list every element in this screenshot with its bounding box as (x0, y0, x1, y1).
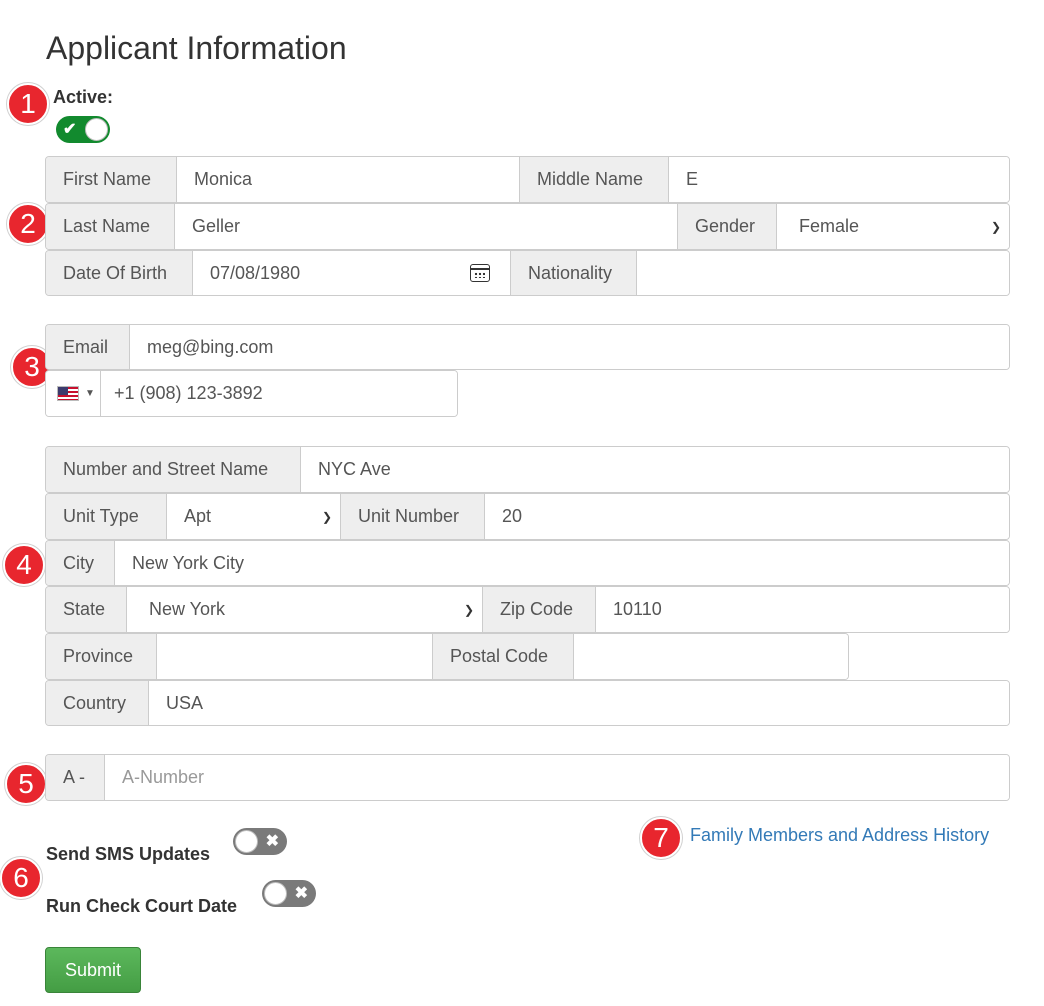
dob-input[interactable]: 07/08/1980 (192, 251, 510, 295)
city-label: City (46, 541, 114, 585)
gender-select[interactable]: Female ❯ (776, 204, 1009, 249)
unit-type-value: Apt (184, 506, 212, 526)
dob-label: Date Of Birth (46, 251, 192, 295)
zip-label: Zip Code (482, 587, 595, 632)
unit-type-select[interactable]: Apt ❯ (166, 494, 340, 539)
phone-input[interactable]: +1 (908) 123-3892 (100, 371, 457, 416)
chevron-down-icon: ❯ (990, 219, 1001, 234)
middle-name-input[interactable]: E (668, 157, 1009, 202)
family-members-link[interactable]: Family Members and Address History (690, 825, 989, 846)
state-label: State (46, 587, 126, 632)
step-badge-1: 1 (7, 83, 49, 125)
street-input[interactable]: NYC Ave (300, 447, 1009, 492)
last-name-input[interactable]: Geller (174, 204, 677, 249)
close-icon: ✖ (265, 833, 279, 850)
name-row-3: Date Of Birth 07/08/1980 Nationality (45, 250, 1010, 296)
country-input[interactable]: USA (148, 681, 1009, 725)
country-label: Country (46, 681, 148, 725)
toggle-knob (85, 118, 108, 141)
chevron-down-icon: ❯ (463, 602, 474, 617)
first-name-input[interactable]: Monica (176, 157, 519, 202)
city-input[interactable]: New York City (114, 541, 1009, 585)
unit-number-input[interactable]: 20 (484, 494, 1009, 539)
phone-country-select[interactable]: ▼ (46, 371, 100, 416)
caret-down-icon: ▼ (85, 388, 95, 399)
email-input[interactable]: meg@bing.com (129, 325, 1009, 369)
postal-code-label: Postal Code (432, 634, 573, 679)
us-flag-icon (57, 386, 79, 401)
step-badge-6: 6 (0, 857, 42, 899)
check-icon: ✔ (63, 121, 77, 138)
a-number-row: A - A-Number (45, 754, 1010, 801)
active-toggle[interactable]: ✔ (56, 116, 110, 143)
unit-number-label: Unit Number (340, 494, 484, 539)
nationality-input[interactable] (636, 251, 1009, 295)
email-row: Email meg@bing.com (45, 324, 1010, 370)
dob-value: 07/08/1980 (210, 262, 301, 283)
middle-name-label: Middle Name (519, 157, 668, 202)
name-row-1: First Name Monica Middle Name E (45, 156, 1010, 203)
last-name-label: Last Name (46, 204, 174, 249)
state-row: State New York ❯ Zip Code 10110 (45, 586, 1010, 633)
a-number-label: A - (46, 755, 104, 800)
page-title: Applicant Information (46, 30, 347, 66)
toggle-knob (264, 882, 287, 905)
a-number-input[interactable]: A-Number (104, 755, 1009, 800)
nationality-label: Nationality (510, 251, 636, 295)
country-row: Country USA (45, 680, 1010, 726)
province-row: Province Postal Code (45, 633, 849, 680)
unit-row: Unit Type Apt ❯ Unit Number 20 (45, 493, 1010, 540)
city-row: City New York City (45, 540, 1010, 586)
province-label: Province (46, 634, 156, 679)
postal-code-input[interactable] (573, 634, 848, 679)
sms-updates-label: Send SMS Updates (46, 844, 211, 864)
zip-input[interactable]: 10110 (595, 587, 1009, 632)
toggle-knob (235, 830, 258, 853)
street-label: Number and Street Name (46, 447, 300, 492)
name-row-2: Last Name Geller Gender Female ❯ (45, 203, 1010, 250)
step-badge-4: 4 (3, 544, 45, 586)
state-select[interactable]: New York ❯ (126, 587, 482, 632)
street-row: Number and Street Name NYC Ave (45, 446, 1010, 493)
phone-row: ▼ +1 (908) 123-3892 (45, 370, 458, 417)
calendar-icon[interactable] (470, 264, 490, 282)
province-input[interactable] (156, 634, 432, 679)
chevron-down-icon: ❯ (321, 509, 332, 524)
gender-value: Female (799, 216, 860, 236)
court-date-toggle[interactable]: ✖ (262, 880, 316, 907)
first-name-label: First Name (46, 157, 176, 202)
court-date-label: Run Check Court Date (46, 896, 238, 916)
active-label: Active: (53, 87, 114, 107)
step-badge-2: 2 (7, 203, 49, 245)
state-value: New York (149, 599, 226, 619)
close-icon: ✖ (294, 885, 308, 902)
sms-updates-toggle[interactable]: ✖ (233, 828, 287, 855)
gender-label: Gender (677, 204, 776, 249)
step-badge-7: 7 (640, 817, 682, 859)
email-label: Email (46, 325, 129, 369)
step-badge-5: 5 (5, 763, 47, 805)
unit-type-label: Unit Type (46, 494, 166, 539)
submit-button[interactable]: Submit (45, 947, 141, 993)
